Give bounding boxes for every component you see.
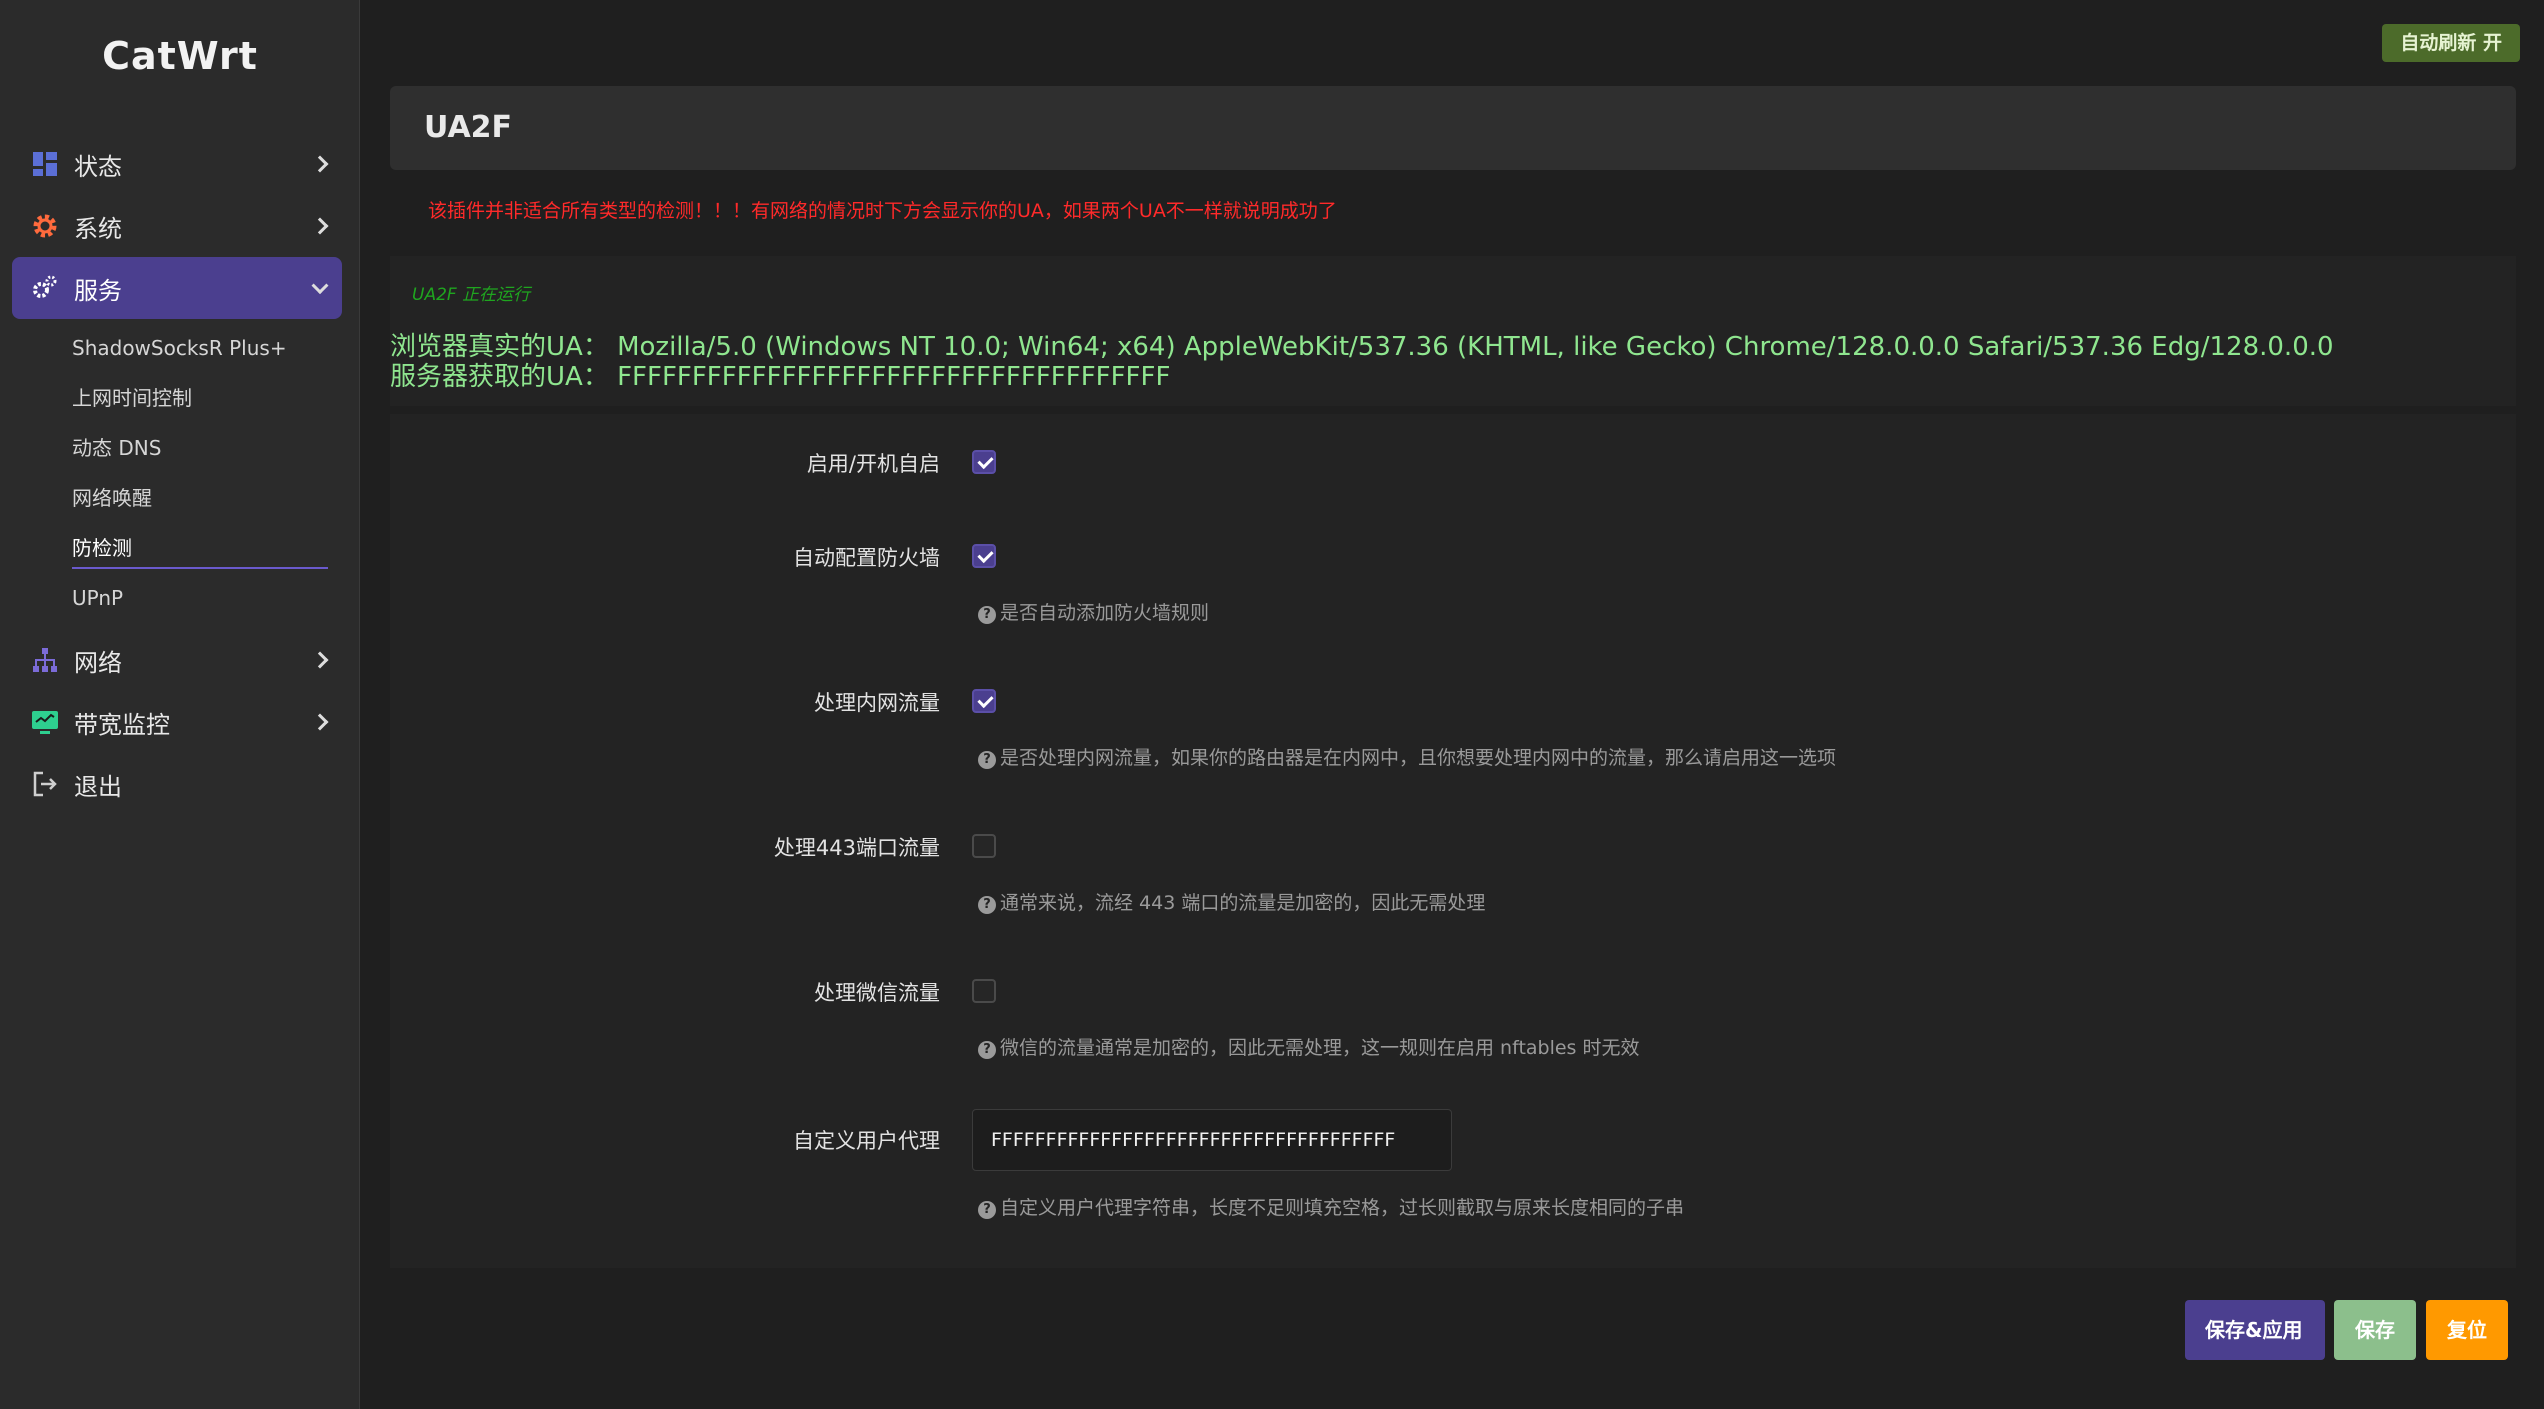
server-ua: 服务器获取的UA： FFFFFFFFFFFFFFFFFFFFFFFFFFFFFF… — [390, 362, 1171, 392]
sidebar-item-services[interactable]: 服务 — [12, 257, 342, 319]
auto-refresh-toggle[interactable]: 自动刷新 开 — [2382, 24, 2520, 62]
intranet-help: ? 是否处理内网流量，如果你的路由器是在内网中，且你想要处理内网中的流量，那么请启… — [978, 743, 1836, 770]
custom-ua-input[interactable] — [972, 1109, 1452, 1171]
sidebar-item-label: 带宽监控 — [74, 710, 170, 739]
monitor-icon — [32, 711, 58, 734]
sidebar: CatWrt 状态 系统 服务 ShadowSocksR Plus+ 上网时间控… — [0, 0, 360, 1409]
chevron-right-icon — [311, 217, 329, 235]
dashboard-icon — [33, 152, 57, 176]
running-status: UA2F 正在运行 — [412, 285, 531, 305]
chevron-right-icon — [311, 155, 329, 173]
page-title: UA2F — [390, 86, 2516, 170]
sidebar-item-logout[interactable]: 退出 — [12, 753, 342, 815]
submenu-item-anti-detect[interactable]: 防检测 — [0, 523, 360, 573]
sidebar-item-bandwidth[interactable]: 带宽监控 — [12, 691, 342, 753]
chevron-right-icon — [311, 713, 329, 731]
sidebar-item-status[interactable]: 状态 — [12, 133, 342, 195]
settings-form: 启用/开机自启 自动配置防火墙 ? 是否自动添加防火墙规则 处理内网流量 ? 是否处… — [390, 414, 2516, 1268]
port443-label: 处理443端口流量 — [773, 836, 940, 860]
sidebar-item-system[interactable]: 系统 — [12, 195, 342, 257]
port443-checkbox[interactable] — [972, 834, 996, 858]
submenu-item-ssr[interactable]: ShadowSocksR Plus+ — [0, 323, 360, 373]
port443-help: ? 通常来说，流经 443 端口的流量是加密的，因此无需处理 — [978, 888, 1485, 915]
submenu-item-upnp[interactable]: UPnP — [0, 573, 360, 623]
wechat-help: ? 微信的流量通常是加密的，因此无需处理，这一规则在启用 nftables 时无效 — [978, 1033, 1640, 1060]
network-icon — [33, 648, 57, 672]
sidebar-item-label: 状态 — [74, 152, 122, 181]
help-icon: ? — [978, 896, 996, 914]
custom-ua-label: 自定义用户代理 — [793, 1129, 940, 1153]
save-button[interactable]: 保存 — [2334, 1300, 2416, 1360]
gear-icon — [33, 214, 57, 238]
save-apply-button[interactable]: 保存&应用 — [2185, 1300, 2325, 1360]
logo: CatWrt — [102, 34, 258, 78]
logout-icon — [33, 771, 57, 797]
sidebar-item-network[interactable]: 网络 — [12, 629, 342, 691]
status-panel: UA2F 正在运行 浏览器真实的UA： Mozilla/5.0 (Windows… — [390, 256, 2516, 406]
sidebar-menu: 状态 系统 服务 ShadowSocksR Plus+ 上网时间控制 动态 DN… — [0, 133, 360, 815]
intranet-label: 处理内网流量 — [814, 691, 940, 715]
reset-button[interactable]: 复位 — [2426, 1300, 2508, 1360]
firewall-help: ? 是否自动添加防火墙规则 — [978, 598, 1209, 625]
intranet-checkbox[interactable] — [972, 689, 996, 713]
enable-checkbox[interactable] — [972, 450, 996, 474]
firewall-label: 自动配置防火墙 — [793, 546, 940, 570]
chevron-right-icon — [311, 651, 329, 669]
warning-text: 该插件并非适合所有类型的检测！！！有网络的情况时下方会显示你的UA，如果两个UA… — [428, 200, 1337, 222]
submenu-item-ddns[interactable]: 动态 DNS — [0, 423, 360, 473]
custom-ua-help: ? 自定义用户代理字符串，长度不足则填充空格，过长则截取与原来长度相同的子串 — [978, 1193, 1684, 1220]
sidebar-item-label: 系统 — [74, 214, 122, 243]
wechat-label: 处理微信流量 — [814, 981, 940, 1005]
help-icon: ? — [978, 1201, 996, 1219]
submenu-item-time-control[interactable]: 上网时间控制 — [0, 373, 360, 423]
sidebar-item-label: 服务 — [74, 276, 122, 305]
chevron-down-icon — [311, 277, 329, 295]
submenu-item-wol[interactable]: 网络唤醒 — [0, 473, 360, 523]
help-icon: ? — [978, 1041, 996, 1059]
gears-icon — [33, 275, 57, 298]
firewall-checkbox[interactable] — [972, 544, 996, 568]
help-icon: ? — [978, 751, 996, 769]
wechat-checkbox[interactable] — [972, 979, 996, 1003]
sidebar-item-label: 网络 — [74, 648, 122, 677]
help-icon: ? — [978, 606, 996, 624]
services-submenu: ShadowSocksR Plus+ 上网时间控制 动态 DNS 网络唤醒 防检… — [0, 323, 360, 623]
sidebar-item-label: 退出 — [74, 772, 122, 801]
enable-label: 启用/开机自启 — [806, 452, 940, 476]
